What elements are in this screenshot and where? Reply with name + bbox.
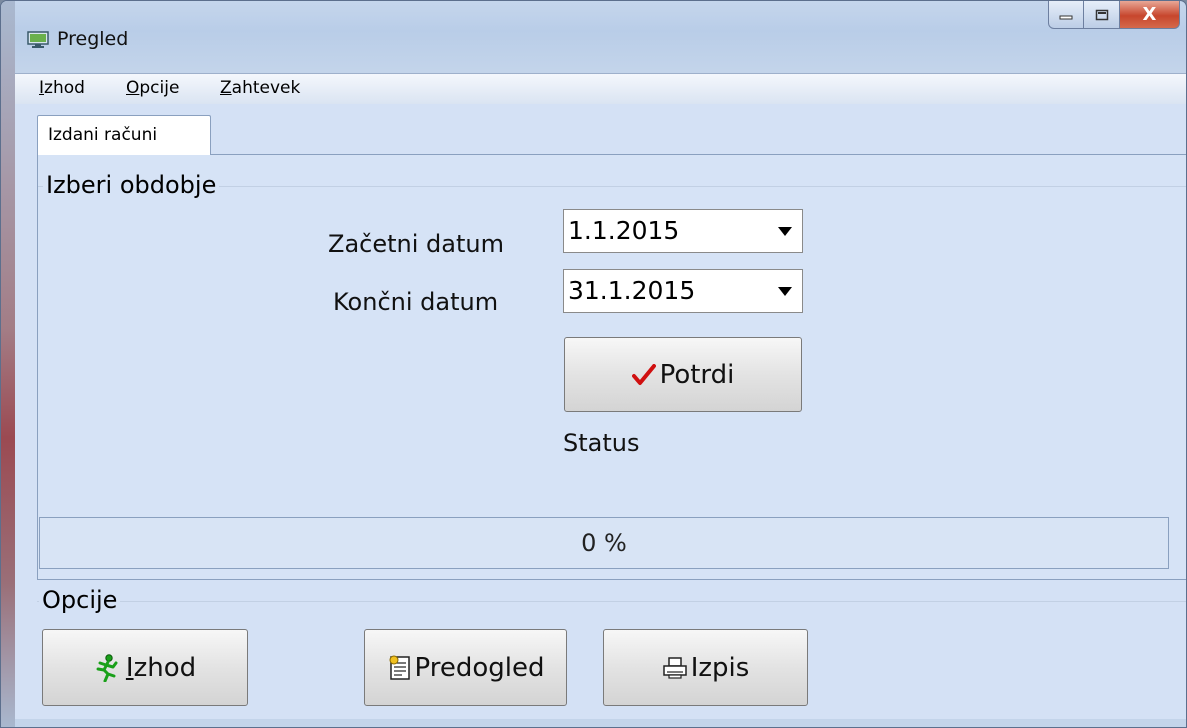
- end-date-value: 31.1.2015: [568, 276, 696, 305]
- preview-button[interactable]: Predogled: [364, 629, 567, 706]
- start-date-label: Začetni datum: [328, 230, 504, 258]
- print-button[interactable]: Izpis: [603, 629, 808, 706]
- chevron-down-icon[interactable]: [778, 227, 792, 236]
- caption-buttons: X: [1048, 1, 1180, 31]
- print-button-label: Izpis: [690, 652, 750, 683]
- options-group-title: Opcije: [39, 586, 121, 614]
- tab-label: Izdani računi: [48, 125, 158, 145]
- menu-bar: Izhod Opcije Zahtevek: [15, 73, 1186, 105]
- window-title: Pregled: [57, 28, 129, 50]
- start-date-value: 1.1.2015: [568, 216, 680, 245]
- menu-zahtevek[interactable]: Zahtevek: [220, 78, 300, 98]
- menu-opcije-rest: pcije: [139, 78, 180, 98]
- options-group: Opcije Izhod Predogled Izpis: [15, 582, 1186, 714]
- close-icon: X: [1142, 4, 1157, 25]
- confirm-button[interactable]: Potrdi: [564, 337, 802, 412]
- minimize-icon: [1059, 15, 1073, 19]
- main-window: Pregled X Izhod Opcije Zahtevek Izdani r…: [0, 0, 1187, 728]
- app-monitor-icon: [27, 31, 49, 48]
- menu-zahtevek-rest: ahtevek: [231, 78, 301, 98]
- end-date-combo[interactable]: 31.1.2015: [563, 269, 803, 313]
- status-label: Status: [563, 429, 640, 457]
- preview-button-label: Predogled: [414, 652, 545, 683]
- checkmark-icon: [631, 363, 656, 385]
- chevron-down-icon[interactable]: [778, 287, 792, 296]
- exit-button[interactable]: Izhod: [42, 629, 248, 706]
- menu-zahtevek-accel: Z: [220, 78, 232, 98]
- minimize-button[interactable]: [1048, 1, 1084, 29]
- period-group-title: Izberi obdobje: [43, 171, 220, 199]
- menu-opcije-accel: O: [126, 78, 140, 98]
- maximize-icon: [1095, 9, 1108, 20]
- menu-opcije[interactable]: Opcije: [126, 78, 179, 98]
- printer-icon: [662, 656, 687, 679]
- menu-izhod[interactable]: Izhod: [39, 78, 85, 98]
- maximize-button[interactable]: [1084, 1, 1120, 29]
- confirm-button-label: Potrdi: [659, 359, 735, 390]
- progress-text: 0 %: [581, 529, 627, 557]
- end-date-label: Končni datum: [333, 288, 499, 316]
- close-button[interactable]: X: [1120, 1, 1180, 29]
- progress-bar: 0 %: [39, 517, 1169, 569]
- tab-izdani-racuni[interactable]: Izdani računi: [37, 115, 211, 155]
- exit-accel: I: [125, 652, 134, 683]
- background-window-strip: [1, 1, 15, 727]
- running-man-icon: [96, 653, 118, 682]
- menu-izhod-rest: zhod: [44, 78, 85, 98]
- exit-rest: zhod: [133, 652, 197, 683]
- start-date-combo[interactable]: 1.1.2015: [563, 209, 803, 253]
- preview-document-icon: [389, 655, 410, 680]
- title-bar[interactable]: Pregled X: [15, 1, 1186, 71]
- tab-panel: Izberi obdobje Začetni datum 1.1.2015 Ko…: [37, 154, 1186, 580]
- client-area: Izdani računi Izberi obdobje Začetni dat…: [15, 104, 1186, 719]
